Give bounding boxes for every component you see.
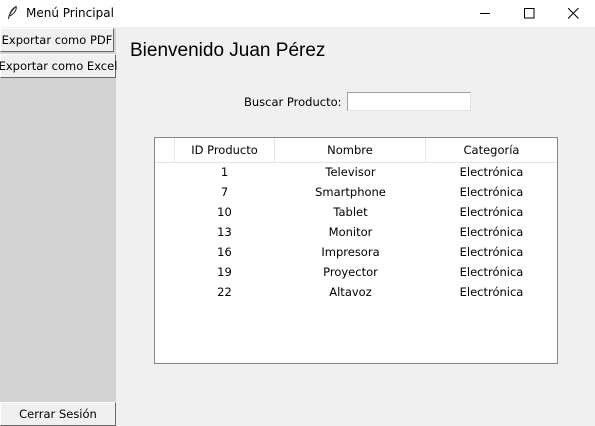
cell-categoria: Electrónica bbox=[459, 245, 524, 259]
cell-categoria: Electrónica bbox=[459, 165, 524, 179]
feather-icon bbox=[8, 5, 17, 19]
table-row[interactable]: 1 Televisor Electrónica bbox=[155, 162, 557, 182]
cell-id: 13 bbox=[217, 225, 232, 239]
cell-id: 19 bbox=[217, 265, 232, 279]
table-row[interactable]: 19 Proyector Electrónica bbox=[155, 262, 557, 282]
maximize-icon bbox=[523, 8, 534, 19]
maximize-button[interactable] bbox=[506, 0, 552, 27]
search-input[interactable] bbox=[347, 92, 471, 111]
cell-categoria: Electrónica bbox=[459, 185, 524, 199]
table-body: 1 Televisor Electrónica 7 Smartphone Ele… bbox=[155, 162, 557, 302]
cell-categoria: Electrónica bbox=[459, 225, 524, 239]
table-row[interactable]: 22 Altavoz Electrónica bbox=[155, 282, 557, 302]
cell-nombre: Tablet bbox=[333, 205, 368, 219]
title-bar[interactable]: Menú Principal bbox=[0, 0, 595, 27]
cell-categoria: Electrónica bbox=[459, 285, 524, 299]
export-pdf-button[interactable]: Exportar como PDF bbox=[0, 28, 114, 52]
products-table: ID Producto Nombre Categoría 1 Televisor… bbox=[154, 137, 558, 364]
cell-id: 16 bbox=[217, 245, 232, 259]
cell-categoria: Electrónica bbox=[459, 205, 524, 219]
column-header-id[interactable]: ID Producto bbox=[174, 138, 275, 162]
minimize-button[interactable] bbox=[462, 0, 508, 27]
cell-categoria: Electrónica bbox=[459, 265, 524, 279]
minimize-icon bbox=[479, 13, 490, 14]
cell-id: 7 bbox=[220, 185, 229, 199]
cell-nombre: Altavoz bbox=[329, 285, 372, 299]
welcome-heading: Bienvenido Juan Pérez bbox=[130, 40, 326, 61]
logout-button[interactable]: Cerrar Sesión bbox=[0, 402, 116, 426]
close-icon bbox=[567, 8, 579, 19]
column-header-categoria[interactable]: Categoría bbox=[426, 138, 557, 162]
sidebar: Exportar como PDF Exportar como Excel Ce… bbox=[0, 28, 117, 426]
cell-id: 22 bbox=[217, 285, 232, 299]
cell-id: 1 bbox=[220, 165, 229, 179]
cell-nombre: Televisor bbox=[325, 165, 376, 179]
table-row[interactable]: 7 Smartphone Electrónica bbox=[155, 182, 557, 202]
cell-nombre: Proyector bbox=[323, 265, 378, 279]
close-button[interactable] bbox=[550, 0, 595, 27]
window-title: Menú Principal bbox=[26, 6, 114, 20]
main-window: Menú Principal Exportar como PDF Exporta… bbox=[0, 0, 595, 426]
table-row[interactable]: 10 Tablet Electrónica bbox=[155, 202, 557, 222]
table-header: ID Producto Nombre Categoría bbox=[155, 138, 557, 163]
table-row[interactable]: 16 Impresora Electrónica bbox=[155, 242, 557, 262]
cell-id: 10 bbox=[217, 205, 232, 219]
export-excel-button[interactable]: Exportar como Excel bbox=[0, 54, 117, 78]
cell-nombre: Smartphone bbox=[315, 185, 386, 199]
cell-nombre: Impresora bbox=[321, 245, 380, 259]
cell-nombre: Monitor bbox=[328, 225, 373, 239]
table-row[interactable]: 13 Monitor Electrónica bbox=[155, 222, 557, 242]
search-label: Buscar Producto: bbox=[244, 95, 342, 109]
column-header-nombre[interactable]: Nombre bbox=[275, 138, 426, 162]
